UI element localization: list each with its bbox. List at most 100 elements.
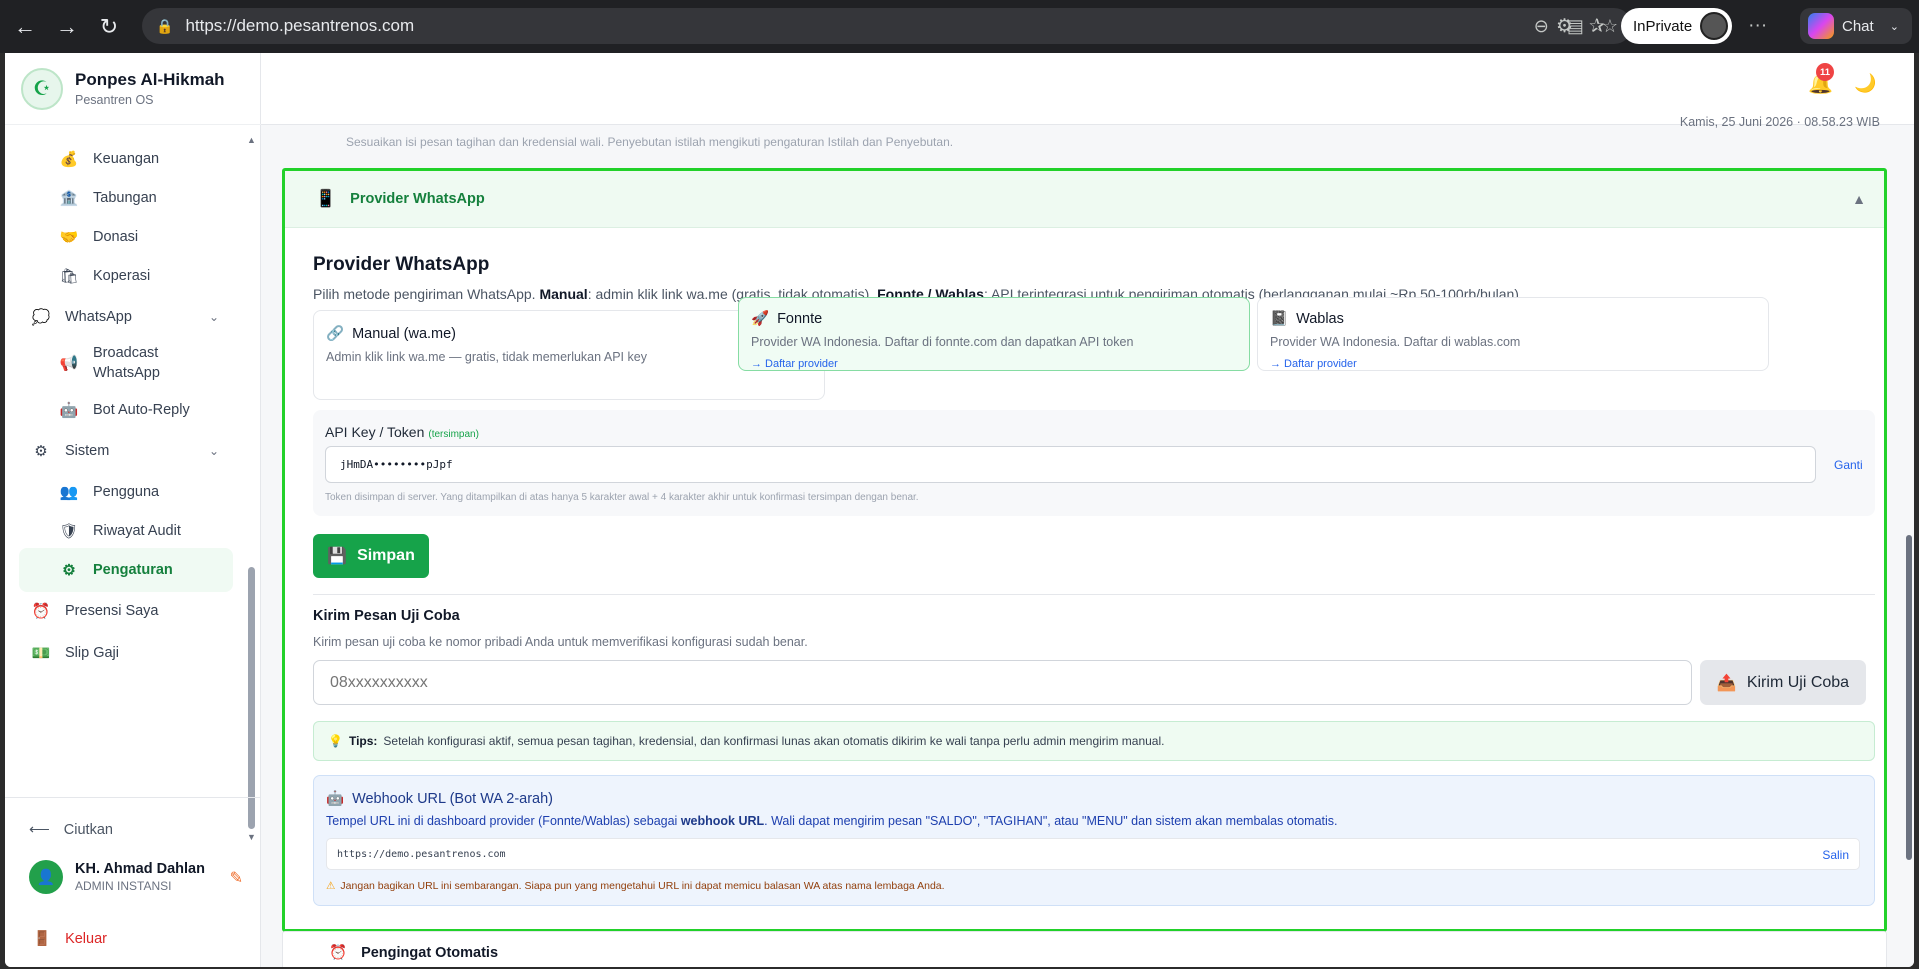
sidebar-menu: 💰 Keuangan 🏦 Tabungan 🤝 Donasi 🛍 Koperas… (5, 127, 245, 797)
sidebar-item-label: Koperasi (93, 268, 151, 284)
sidebar-item-label: WhatsApp (65, 309, 132, 325)
bank-icon: 🏦 (59, 190, 79, 207)
zoom-out-icon[interactable]: ⊖ (1534, 16, 1549, 37)
main-scroll-thumb[interactable] (1906, 535, 1912, 860)
previous-section-description: Sesuaikan isi pesan tagihan dan kredensi… (346, 135, 954, 149)
sidebar-item-label: Tabungan (93, 190, 157, 206)
megaphone-icon: 📢 (59, 355, 79, 372)
sidebar-scrollbar[interactable]: ▲ ▼ (247, 135, 256, 842)
forward-arrow-icon[interactable]: → (50, 10, 84, 44)
webhook-description: Tempel URL ini di dashboard provider (Fo… (326, 814, 1338, 828)
provider-option-wablas[interactable]: 📓 Wablas Provider WA Indonesia. Daftar di… (1257, 297, 1769, 371)
browser-toolbar: ← → ↻ 🔒 https://demo.pesantrenos.com ⊖ ▤… (0, 0, 1919, 53)
user-name: KH. Ahmad Dahlan (75, 861, 205, 877)
api-key-panel: API Key / Token (tersimpan) jHmDA••••••••… (313, 410, 1875, 516)
alarm-clock-icon: ⏰ (329, 945, 348, 961)
moon-icon[interactable]: 🌙 (1854, 73, 1876, 94)
sidebar-item-koperasi[interactable]: 🛍 Koperasi (19, 258, 233, 294)
card-body: Provider WhatsApp Pilih metode pengirima… (295, 228, 1876, 928)
sidebar-item-donasi[interactable]: 🤝 Donasi (19, 219, 233, 255)
sidebar-item-pengguna[interactable]: 👥 Pengguna (19, 474, 233, 510)
edit-pencil-icon[interactable]: ✎ (230, 868, 243, 888)
card-header-title: Provider WhatsApp (350, 191, 485, 207)
main-content: 🔔 11 🌙 Kamis, 25 Juni 2026 · 08.58.23 WI… (261, 53, 1914, 967)
api-key-hint: Token disimpan di server. Yang ditampilk… (325, 492, 919, 503)
brand-header[interactable]: ☪ Ponpes Al-Hikmah Pesantren OS (5, 53, 261, 125)
collapse-sidebar-button[interactable]: ⟵ Ciutkan (29, 822, 113, 838)
logout-label: Keluar (65, 930, 107, 947)
provider-name: Wablas (1296, 310, 1344, 327)
sidebar-item-label: Pengguna (93, 484, 160, 500)
sidebar-item-label: Keuangan (93, 151, 160, 167)
main-scrollbar[interactable] (1904, 125, 1914, 967)
door-icon: 🚪 (33, 931, 52, 947)
inprivate-button[interactable]: InPrivate (1620, 8, 1733, 44)
webhook-url-field[interactable]: https://demo.pesantrenos.com Salin (326, 838, 1860, 870)
sidebar-footer: ⟵ Ciutkan 👤 KH. Ahmad Dahlan ADMIN INSTA… (5, 797, 261, 967)
register-provider-link[interactable]: → Daftar provider (1270, 358, 1756, 370)
logout-button[interactable]: 🚪 Keluar (33, 930, 107, 948)
sidebar-item-label: Presensi Saya (65, 603, 159, 619)
sidebar-item-tabungan[interactable]: 🏦 Tabungan (19, 180, 233, 216)
sidebar-item-label: Slip Gaji (65, 645, 119, 661)
notification-badge: 11 (1816, 63, 1834, 81)
webhook-url-text[interactable]: https://demo.pesantrenos.com (337, 849, 506, 860)
copy-url-button[interactable]: Salin (1822, 848, 1849, 862)
outbox-tray-icon: 📤 (1716, 674, 1737, 692)
refresh-icon[interactable]: ↻ (92, 10, 126, 44)
arrow-left-icon: ⟵ (29, 822, 50, 838)
collapse-caret-icon[interactable]: ▲ (1852, 191, 1866, 207)
test-message-description: Kirim pesan uji coba ke nomor pribadi An… (313, 635, 808, 649)
test-message-title: Kirim Pesan Uji Coba (313, 608, 460, 624)
sidebar-group-sistem[interactable]: ⚙ Sistem ⌄ (19, 433, 233, 469)
warning-icon: ⚠ (326, 880, 336, 892)
sidebar-scroll-thumb[interactable] (248, 567, 255, 829)
floppy-disk-icon: 💾 (327, 548, 348, 565)
url-text[interactable]: https://demo.pesantrenos.com (185, 16, 414, 36)
webhook-panel: 🤖 Webhook URL (Bot WA 2-arah) Tempel URL… (313, 775, 1875, 906)
gear-icon: ⚙ (62, 562, 76, 579)
register-provider-link[interactable]: → Daftar provider (751, 358, 1237, 370)
api-key-label: API Key / Token (tersimpan) (325, 424, 479, 440)
provider-whatsapp-header[interactable]: 📱 Provider WhatsApp ▲ (285, 171, 1884, 228)
divider (313, 594, 1875, 595)
more-options-icon[interactable]: ··· (1748, 15, 1767, 37)
send-test-button[interactable]: 📤 Kirim Uji Coba (1700, 660, 1866, 705)
sidebar-item-broadcast-whatsapp[interactable]: 📢 Broadcast WhatsApp (19, 341, 233, 385)
change-api-key-button[interactable]: Ganti (1834, 458, 1863, 472)
webhook-warning: ⚠ Jangan bagikan URL ini sembarangan. Si… (326, 880, 945, 892)
provider-option-fonnte[interactable]: 🚀 Fonnte Provider WA Indonesia. Daftar di… (738, 297, 1250, 371)
next-section-title: ⏰ Pengingat Otomatis (329, 944, 499, 962)
sidebar-item-slip-gaji[interactable]: 💵 Slip Gaji (19, 635, 233, 671)
pengingat-otomatis-card[interactable]: ⏰ Pengingat Otomatis (282, 931, 1887, 967)
sidebar-item-keuangan[interactable]: 💰 Keuangan (19, 141, 233, 177)
sidebar-item-bot-auto-reply[interactable]: 🤖 Bot Auto-Reply (19, 392, 233, 428)
sidebar-item-pengaturan[interactable]: ⚙ Pengaturan (19, 548, 233, 592)
tips-label: Tips: (348, 734, 378, 748)
extensions-icon[interactable]: ⚙ (1556, 15, 1573, 38)
phone-grid-icon: 📱 (315, 189, 337, 208)
chat-bubble-icon: 💭 (31, 309, 51, 326)
avatar: 👤 (29, 860, 63, 894)
back-arrow-icon[interactable]: ← (8, 10, 42, 44)
sidebar-item-label: Pengaturan (93, 562, 173, 578)
handshake-icon: 🤝 (59, 229, 79, 246)
sidebar-item-riwayat-audit[interactable]: 🛡 Riwayat Audit (19, 513, 233, 549)
sidebar-group-whatsapp[interactable]: 💭 WhatsApp ⌄ (19, 299, 233, 335)
copilot-chat-button[interactable]: Chat ⌄ (1800, 8, 1912, 44)
phone-number-input[interactable] (313, 660, 1692, 705)
sidebar-item-presensi-saya[interactable]: ⏰ Presensi Saya (19, 593, 233, 629)
api-key-field[interactable]: jHmDA••••••••pJpf (325, 446, 1816, 483)
scroll-up-icon[interactable]: ▲ (247, 135, 256, 145)
money-bag-icon: 💰 (59, 151, 79, 168)
favorites-icon[interactable]: ✰ (1589, 15, 1605, 38)
save-button[interactable]: 💾 Simpan (313, 534, 429, 578)
alarm-clock-icon: ⏰ (31, 603, 51, 620)
provider-whatsapp-card: 📱 Provider WhatsApp ▲ Provider WhatsApp … (282, 168, 1887, 932)
save-label: Simpan (357, 547, 415, 564)
users-icon: 👥 (59, 484, 79, 501)
user-profile[interactable]: 👤 KH. Ahmad Dahlan ADMIN INSTANSI ✎ (29, 860, 243, 894)
robot-icon: 🤖 (326, 791, 345, 807)
address-bar[interactable]: 🔒 https://demo.pesantrenos.com ⊖ ▤ ☆ (142, 8, 1632, 44)
provider-name: Manual (wa.me) (352, 325, 457, 342)
